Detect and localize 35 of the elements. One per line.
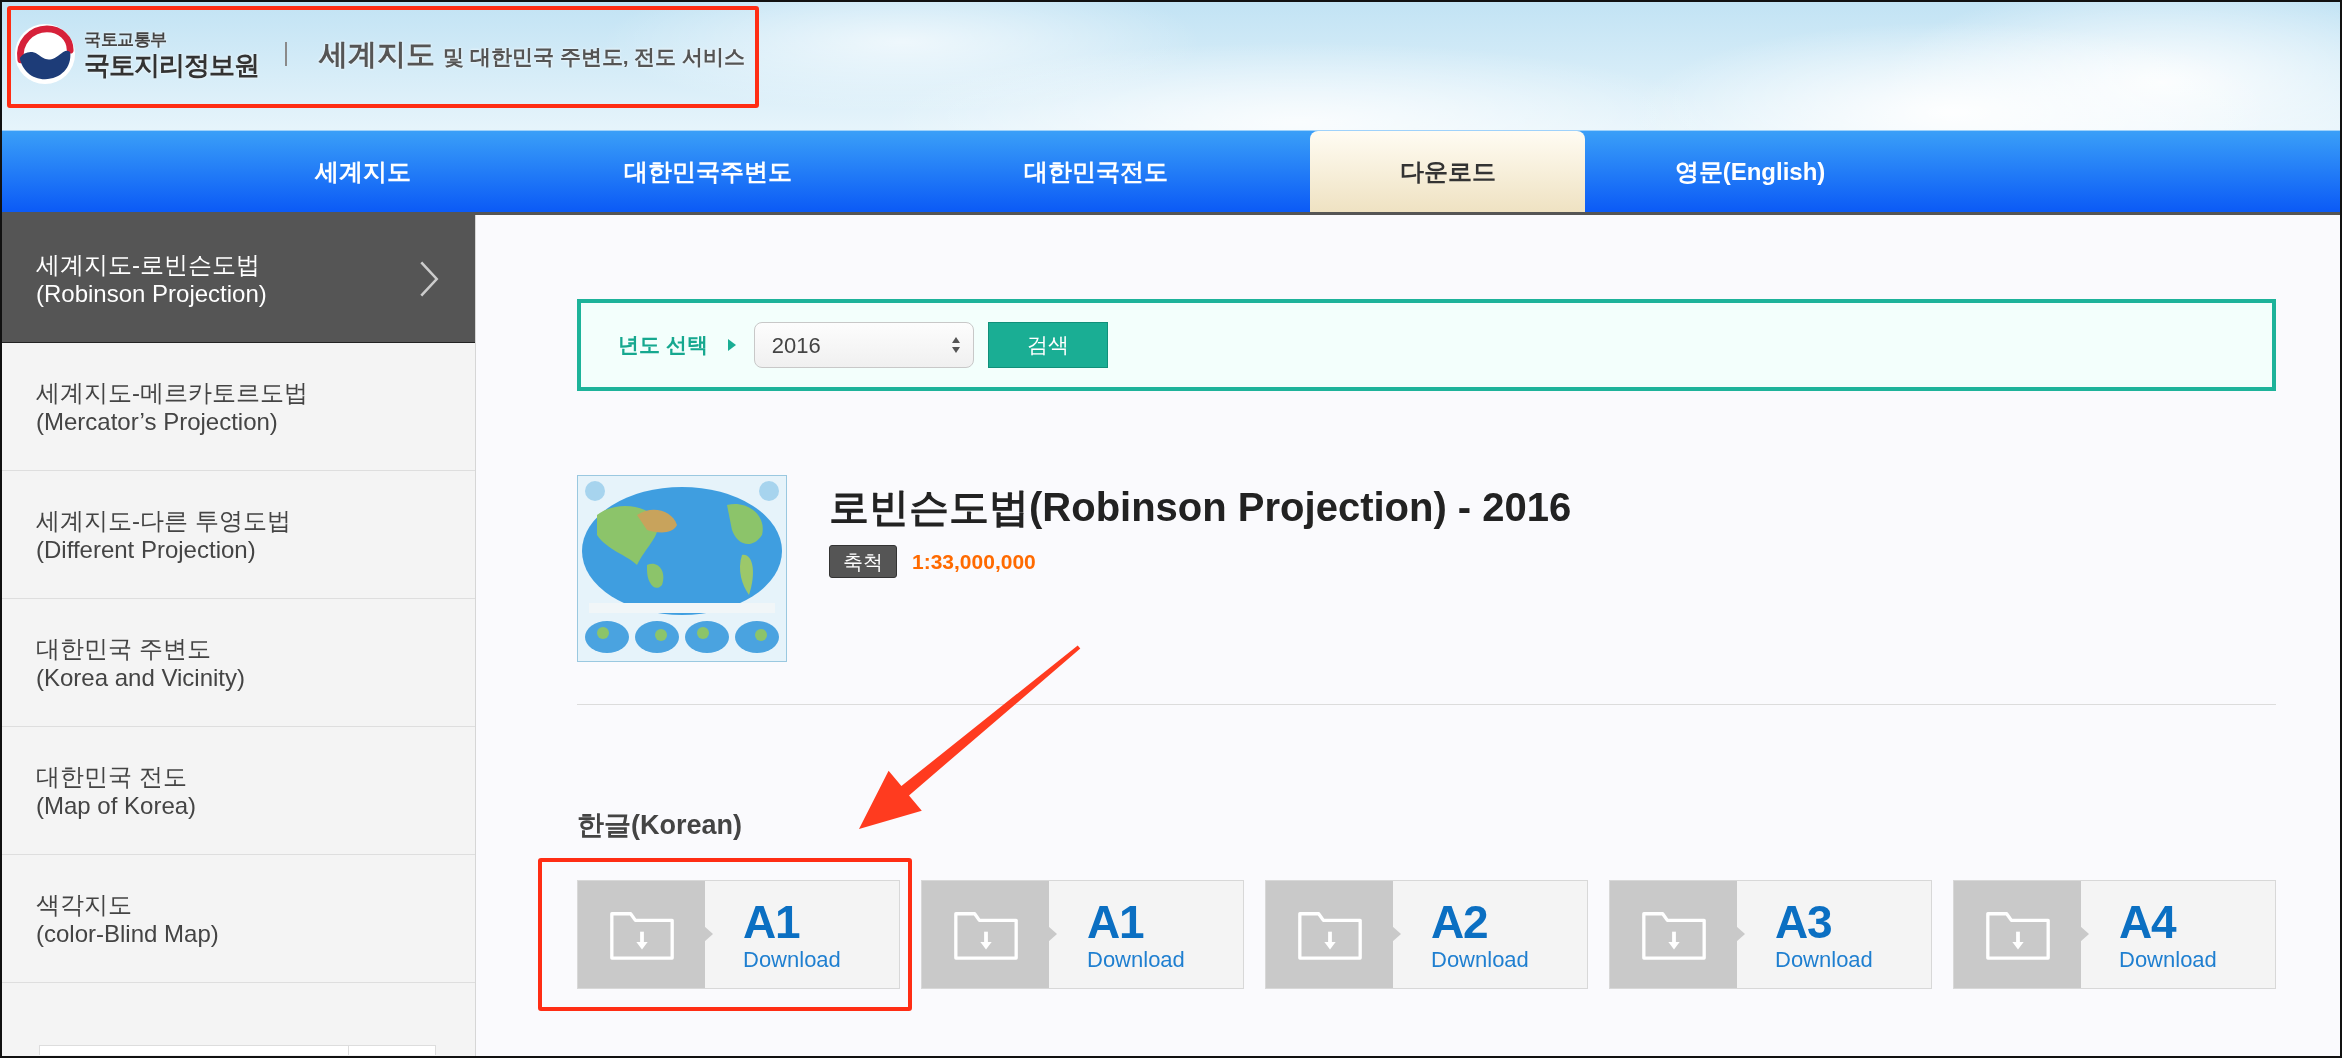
sidebar-item[interactable]: 세계지도-다른 투영도법 (Different Projection) xyxy=(2,471,475,599)
emblem-logo xyxy=(14,23,76,85)
triangle-pointer-icon xyxy=(2080,926,2089,942)
agency-name: 국토지리정보원 xyxy=(84,51,259,78)
download-button[interactable]: A1 Download xyxy=(577,880,900,989)
triangle-right-icon xyxy=(727,339,736,351)
download-button[interactable]: A4 Download xyxy=(1953,880,2276,989)
sidebar-item[interactable]: 세계지도-로빈슨도법 (Robinson Projection) xyxy=(2,215,475,343)
scale-label: 축척 xyxy=(829,545,897,578)
scale-value: 1:33,000,000 xyxy=(912,548,1036,575)
sidebar-item[interactable]: 색각지도 (color-Blind Map) xyxy=(2,855,475,983)
download-button[interactable]: A3 Download xyxy=(1609,880,1932,989)
ministry-name: 국토교통부 xyxy=(84,30,168,48)
map-title: 로빈슨도법(Robinson Projection) - 2016 xyxy=(829,484,1572,531)
nav-tab[interactable]: 영문(English) xyxy=(1585,131,1915,212)
download-button[interactable]: A2 Download xyxy=(1265,880,1588,989)
sidebar-item[interactable]: 대한민국 주변도 (Korea and Vicinity) xyxy=(2,599,475,727)
triangle-pointer-icon xyxy=(1392,926,1401,942)
nav-tab[interactable]: 대한민국주변도 xyxy=(535,131,881,212)
download-button[interactable]: A1 Download xyxy=(921,880,1244,989)
year-select[interactable]: 2016 xyxy=(753,322,974,368)
select-arrows-icon xyxy=(950,336,961,354)
triangle-pointer-icon xyxy=(1736,926,1745,942)
nav-tab[interactable]: 세계지도 xyxy=(191,131,535,212)
site-title: 세계지도 및 대한민국 주변도, 전도 서비스 xyxy=(319,39,746,69)
nav-tab[interactable]: 대한민국전도 xyxy=(881,131,1310,212)
triangle-pointer-icon xyxy=(1048,926,1057,942)
search-button[interactable]: 검색 xyxy=(987,322,1108,368)
year-label: 년도 선택 xyxy=(618,332,708,359)
sidebar-item[interactable]: 세계지도-메르카토르도법 (Mercator’s Projection) xyxy=(2,343,475,471)
sidebar-item[interactable]: 대한민국 전도 (Map of Korea) xyxy=(2,727,475,855)
nav-tab[interactable]: 다운로드 xyxy=(1310,131,1585,212)
section-heading: 한글(Korean) xyxy=(577,809,743,841)
triangle-pointer-icon xyxy=(704,926,713,942)
chevron-right-icon xyxy=(419,260,439,297)
